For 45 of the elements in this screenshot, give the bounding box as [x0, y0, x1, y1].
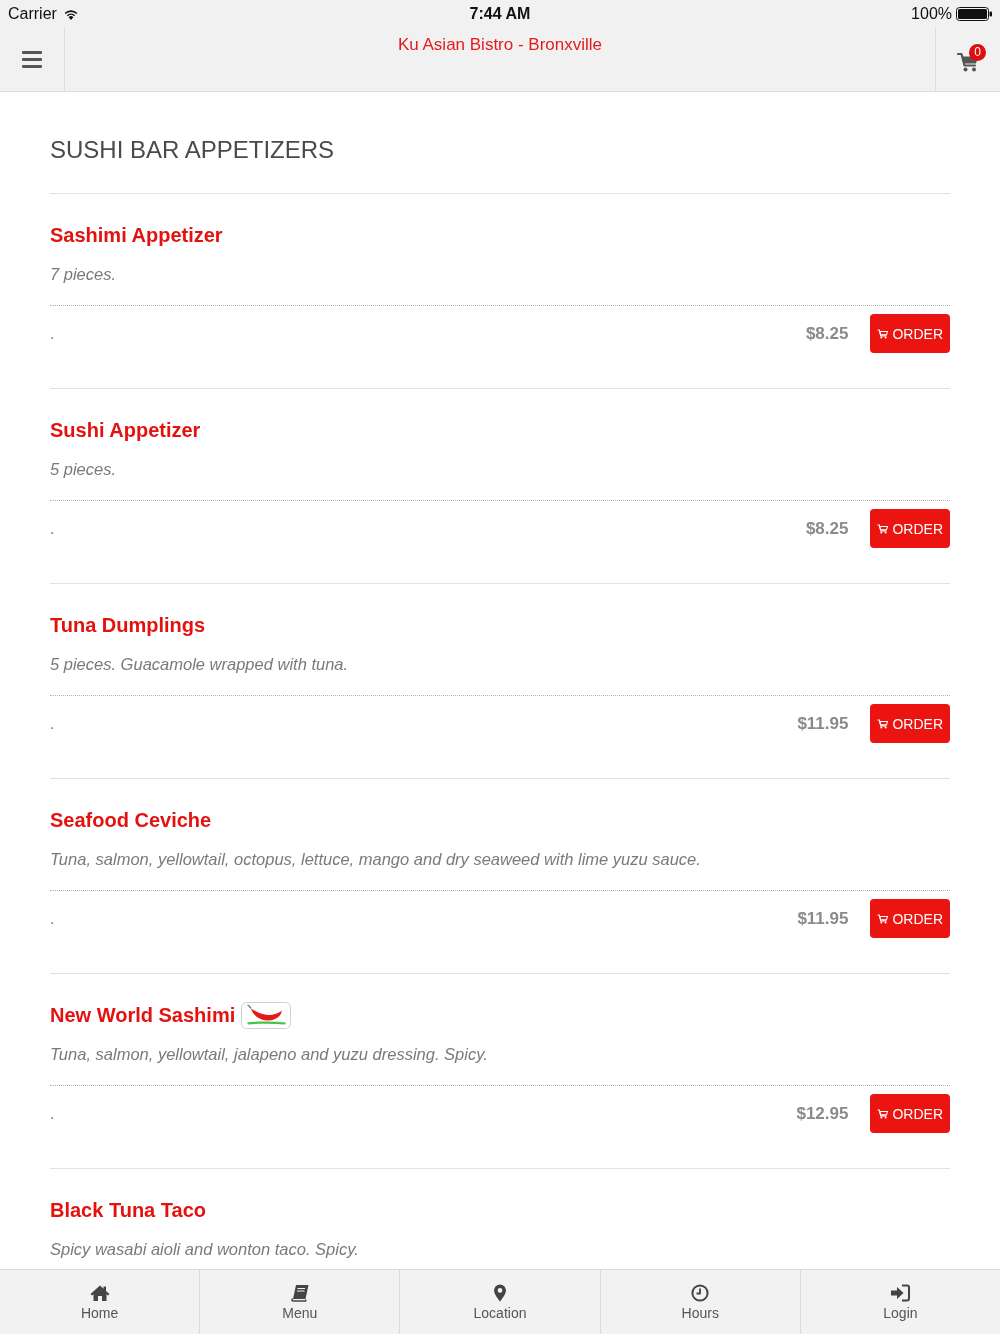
- item-name: Seafood Ceviche: [50, 808, 212, 833]
- item-description: 5 pieces. Guacamole wrapped with tuna.: [50, 654, 350, 675]
- carrier-name: Carrier: [8, 4, 57, 23]
- cart-icon: [877, 328, 889, 339]
- item-option-text: .: [50, 518, 56, 539]
- item-price: $12.95: [796, 1103, 849, 1124]
- wifi-icon: [62, 7, 79, 20]
- item-option-text: .: [50, 1103, 56, 1124]
- item-description: 7 pieces.: [50, 264, 118, 285]
- cart-count-badge: 0: [969, 44, 986, 61]
- cart-icon: [877, 718, 889, 729]
- order-button[interactable]: ORDER: [870, 1094, 950, 1133]
- cart-icon: [877, 1108, 889, 1119]
- cart-icon: [877, 523, 889, 534]
- item-option-text: .: [50, 713, 56, 734]
- order-button[interactable]: ORDER: [870, 899, 950, 938]
- item-name: Black Tuna Taco: [50, 1198, 206, 1223]
- item-name: Tuna Dumplings: [50, 613, 206, 638]
- item-price: $8.25: [805, 323, 849, 344]
- battery-percent: 100%: [911, 4, 952, 23]
- battery-icon: [956, 6, 992, 21]
- menu-icon: [22, 50, 42, 68]
- sign-in-icon: [890, 1284, 911, 1302]
- item-price: $11.95: [797, 713, 849, 734]
- status-time: 7:44 AM: [469, 4, 531, 23]
- item-price: $11.95: [797, 908, 849, 929]
- cart-icon: [877, 913, 889, 924]
- order-button[interactable]: ORDER: [870, 509, 950, 548]
- order-button[interactable]: ORDER: [870, 704, 950, 743]
- item-description: 5 pieces.: [50, 459, 118, 480]
- item-name: Sashimi Appetizer: [50, 223, 223, 248]
- order-button[interactable]: ORDER: [870, 314, 950, 353]
- section-heading: SUSHI BAR APPETIZERS: [50, 135, 336, 165]
- item-description: Tuna, salmon, yellowtail, jalapeno and yuzu dressing. Spicy.: [50, 1044, 489, 1065]
- home-icon: [89, 1284, 110, 1302]
- item-name: Sushi Appetizer: [50, 418, 201, 443]
- book-icon: [289, 1284, 310, 1302]
- header-title: Ku Asian Bistro - Bronxville: [397, 35, 603, 55]
- item-description: Spicy wasabi aioli and wonton taco. Spicy.: [50, 1239, 360, 1260]
- clock-icon: [690, 1284, 711, 1302]
- item-option-text: .: [50, 323, 56, 344]
- item-name: New World Sashimi: [50, 1003, 236, 1028]
- item-description: Tuna, salmon, yellowtail, octopus, lettuce, mango and dry seaweed with lime yuzu sauce.: [50, 849, 702, 870]
- item-price: $8.25: [805, 518, 849, 539]
- item-option-text: .: [50, 908, 56, 929]
